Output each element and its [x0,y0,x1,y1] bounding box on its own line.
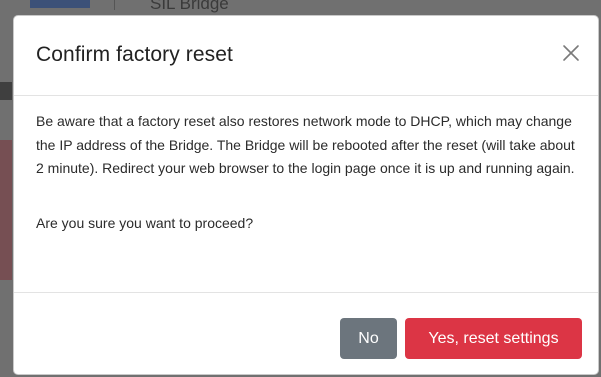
dialog-title: Confirm factory reset [36,43,233,66]
reset-warning-text: Be aware that a factory reset also resto… [36,113,575,176]
close-icon [563,45,579,61]
dialog-footer: No Yes, reset settings [14,293,598,375]
no-button[interactable]: No [340,318,397,359]
background-page-title: SIL Bridge [150,0,229,13]
background-divider [114,0,115,10]
confirmation-question: Are you sure you want to proceed? [36,215,254,231]
confirm-reset-dialog: Confirm factory reset Be aware that a fa… [13,15,599,375]
background-sidebar-fragment [0,82,12,100]
background-panel-fragment [0,140,12,280]
close-button[interactable] [558,40,584,66]
dialog-header: Confirm factory reset [14,16,598,96]
dialog-body: Be aware that a factory reset also resto… [14,96,598,293]
background-logo [30,0,90,8]
reset-settings-button[interactable]: Yes, reset settings [405,318,582,359]
